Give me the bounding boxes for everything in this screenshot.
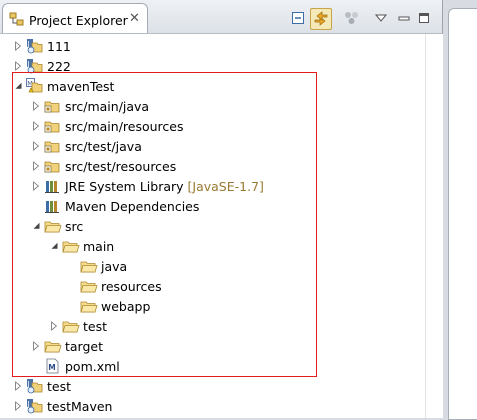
- collapsed-arrow-icon[interactable]: [49, 320, 59, 332]
- tree-item-label: src/test/java: [65, 139, 142, 154]
- collapsed-arrow-icon[interactable]: [31, 340, 41, 352]
- tree-item-label: Maven Dependencies: [65, 199, 200, 214]
- tree-row-src-test-resources[interactable]: src/test/resources: [0, 156, 424, 176]
- java-project-icon: J: [26, 398, 44, 414]
- tree-row-pom-xml[interactable]: Mpom.xml: [0, 356, 424, 376]
- tree-item-label: src/main/java: [65, 99, 150, 114]
- folder-icon: [62, 238, 80, 254]
- project-explorer-view: Project Explorer ✕ J 111 J 222 M mavenTe…: [0, 0, 443, 418]
- source-folder-icon: [44, 118, 62, 134]
- tree-item-label: 111: [47, 39, 71, 54]
- tree-item-label: src/test/resources: [65, 159, 177, 174]
- svg-text:J: J: [27, 380, 30, 388]
- tree-row-resources[interactable]: resources: [0, 276, 424, 296]
- collapsed-arrow-icon[interactable]: [13, 40, 23, 52]
- java-project-icon: J: [26, 58, 44, 74]
- expanded-arrow-icon[interactable]: [31, 220, 41, 232]
- minimize-icon: [398, 16, 410, 21]
- tree-row-src[interactable]: src: [0, 216, 424, 236]
- folder-icon: [80, 278, 98, 294]
- tree-row-test[interactable]: test: [0, 316, 424, 336]
- svg-text:J: J: [27, 400, 30, 408]
- tree-row-main[interactable]: main: [0, 236, 424, 256]
- tree-row-src-main-resources[interactable]: src/main/resources: [0, 116, 424, 136]
- tree-row-webapp[interactable]: webapp: [0, 296, 424, 316]
- collapsed-arrow-icon[interactable]: [31, 140, 41, 152]
- svg-text:J: J: [27, 40, 30, 48]
- link-with-editor-icon: [314, 11, 328, 26]
- tree-item-label: src/main/resources: [65, 119, 184, 134]
- collapsed-arrow-icon[interactable]: [31, 180, 41, 192]
- tree-item-label: JRE System Library: [65, 179, 184, 194]
- tree-item-label-group: JRE System Library [JavaSE-1.7]: [65, 179, 264, 194]
- tree-item-label: test: [83, 319, 108, 334]
- tree-item-label: resources: [101, 279, 162, 294]
- tree-item-label: 222: [47, 59, 71, 74]
- java-project-icon: J: [26, 378, 44, 394]
- close-icon[interactable]: ✕: [129, 11, 140, 26]
- tab-title: Project Explorer: [29, 13, 128, 28]
- view-menu-button[interactable]: [372, 9, 390, 27]
- maximize-button[interactable]: [415, 9, 433, 27]
- view-tab-bar: Project Explorer ✕: [0, 0, 442, 34]
- source-folder-icon: [44, 138, 62, 154]
- tree-row-src-test-java[interactable]: src/test/java: [0, 136, 424, 156]
- folder-icon: [44, 338, 62, 354]
- folder-icon: [62, 318, 80, 334]
- tree-row-src-main-java[interactable]: src/main/java: [0, 96, 424, 116]
- project-explorer-tab[interactable]: Project Explorer ✕: [2, 3, 148, 33]
- java-project-icon: J: [26, 38, 44, 54]
- expanded-arrow-icon[interactable]: [49, 240, 59, 252]
- collapsed-arrow-icon[interactable]: [31, 120, 41, 132]
- filters-button[interactable]: [343, 9, 361, 27]
- library-icon: [44, 198, 62, 214]
- folder-icon: [80, 258, 98, 274]
- tree-row-java[interactable]: java: [0, 256, 424, 276]
- maximize-icon: [419, 13, 429, 23]
- collapsed-arrow-icon[interactable]: [31, 100, 41, 112]
- tree-row-testmaven[interactable]: JtestMaven: [0, 396, 424, 416]
- tree-item-label: main: [83, 239, 115, 254]
- minimize-button[interactable]: [395, 9, 413, 27]
- tree-row-111[interactable]: J 111: [0, 36, 424, 56]
- collapse-all-button[interactable]: [289, 9, 307, 27]
- collapsed-arrow-icon[interactable]: [13, 60, 23, 72]
- tree-item-label: mavenTest: [47, 79, 115, 94]
- tree-row-jre-system-library[interactable]: JRE System Library [JavaSE-1.7]: [0, 176, 424, 196]
- tree-row-target[interactable]: target: [0, 336, 424, 356]
- tree-item-decoration: [JavaSE-1.7]: [187, 179, 264, 194]
- tree-row-222[interactable]: J 222: [0, 56, 424, 76]
- tree-item-label: src: [65, 219, 84, 234]
- view-menu-icon: [375, 14, 387, 22]
- vertical-scrollbar[interactable]: [425, 34, 443, 418]
- svg-text:M: M: [48, 363, 55, 372]
- maven-project-icon: M: [26, 78, 44, 94]
- collapse-all-icon: [292, 12, 304, 24]
- tree-row-maventest[interactable]: MmavenTest: [0, 76, 424, 96]
- tree-row-test[interactable]: Jtest: [0, 376, 424, 396]
- tree-item-label: pom.xml: [65, 359, 120, 374]
- expanded-arrow-icon[interactable]: [13, 80, 23, 92]
- tree-row-maven-dependencies[interactable]: Maven Dependencies: [0, 196, 424, 216]
- tree-item-label: webapp: [101, 299, 151, 314]
- svg-text:J: J: [27, 60, 30, 68]
- maven-file-icon: M: [44, 358, 62, 374]
- folder-icon: [44, 218, 62, 234]
- project-explorer-icon: [9, 12, 24, 26]
- collapsed-arrow-icon[interactable]: [31, 160, 41, 172]
- tree-item-label: target: [65, 339, 104, 354]
- source-folder-icon: [44, 158, 62, 174]
- tree-item-label: test: [47, 379, 72, 394]
- folder-icon: [80, 298, 98, 314]
- collapsed-arrow-icon[interactable]: [13, 380, 23, 392]
- link-with-editor-button[interactable]: [310, 8, 332, 30]
- tree-item-label: testMaven: [47, 399, 113, 414]
- library-icon: [44, 178, 62, 194]
- tree-item-label: java: [101, 259, 128, 274]
- editor-area: [448, 8, 477, 420]
- collapsed-arrow-icon[interactable]: [13, 400, 23, 412]
- filters-icon: [345, 12, 358, 24]
- source-folder-icon: [44, 98, 62, 114]
